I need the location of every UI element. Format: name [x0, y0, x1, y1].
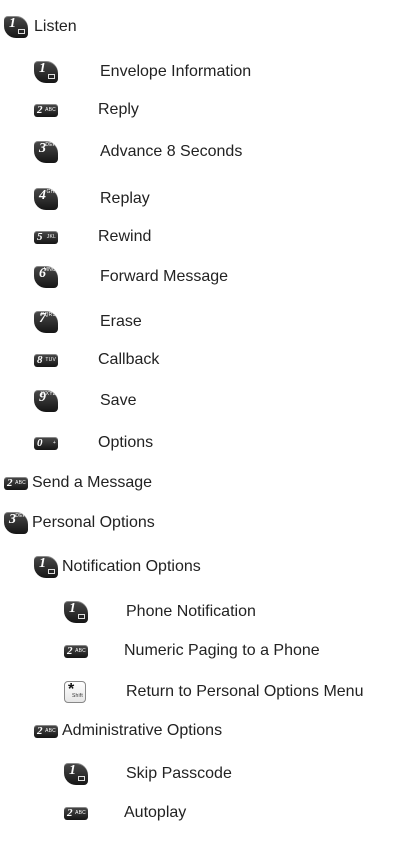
menu-label-administrative-options: Administrative Options [62, 722, 223, 739]
menu-item-return-personal-options[interactable]: * Shift Return to Personal Options Menu [64, 677, 363, 707]
menu-label: Replay [100, 190, 150, 207]
menu-item-forward-message[interactable]: 6 MNO Forward Message [34, 262, 228, 292]
key-5-icon: 5 JKL [34, 230, 58, 244]
menu-label: Numeric Paging to a Phone [124, 642, 320, 659]
menu-item-callback[interactable]: 8 TUV Callback [34, 345, 159, 375]
menu-item-save[interactable]: 9 WXYZ Save [34, 386, 136, 416]
menu-item-send-message[interactable]: 2 ABC Send a Message [4, 468, 152, 498]
key-7-icon: 7 PQRS [34, 311, 58, 333]
key-0-icon: 0 + [34, 436, 58, 450]
key-2-icon: 2 ABC [34, 724, 58, 738]
menu-label: Rewind [98, 228, 152, 245]
key-2-icon: 2 ABC [64, 644, 88, 658]
menu-item-rewind[interactable]: 5 JKL Rewind [34, 222, 151, 252]
key-2-icon: 2 ABC [4, 476, 28, 490]
menu-item-numeric-paging[interactable]: 2 ABC Numeric Paging to a Phone [64, 636, 320, 666]
key-9-icon: 9 WXYZ [34, 390, 58, 412]
key-1-icon: 1 [64, 601, 88, 623]
menu-item-erase[interactable]: 7 PQRS Erase [34, 307, 142, 337]
key-1-icon: 1 [34, 61, 58, 83]
menu-label: Autoplay [124, 804, 187, 821]
key-1-icon: 1 [4, 16, 28, 38]
key-3-icon: 3 DEF [4, 512, 28, 534]
key-6-icon: 6 MNO [34, 266, 58, 288]
menu-label: Skip Passcode [126, 765, 232, 782]
menu-label: Advance 8 Seconds [100, 143, 243, 160]
key-1-icon: 1 [64, 763, 88, 785]
menu-item-notification-options[interactable]: 1 Notification Options [34, 552, 201, 582]
menu-label: Reply [98, 101, 139, 118]
key-2-icon: 2 ABC [34, 103, 58, 117]
menu-label: Return to Personal Options Menu [126, 683, 364, 700]
key-4-icon: 4 GHI [34, 188, 58, 210]
menu-item-autoplay[interactable]: 2 ABC Autoplay [64, 798, 186, 828]
menu-item-skip-passcode[interactable]: 1 Skip Passcode [64, 759, 232, 789]
menu-item-envelope-information[interactable]: 1 Envelope Information [34, 57, 251, 87]
menu-label-notification-options: Notification Options [62, 558, 201, 575]
menu-item-advance-8-seconds[interactable]: 3 DEF Advance 8 Seconds [34, 137, 242, 167]
menu-item-phone-notification[interactable]: 1 Phone Notification [64, 597, 256, 627]
menu-label: Forward Message [100, 268, 229, 285]
menu-label: Erase [100, 313, 142, 330]
menu-label: Phone Notification [126, 603, 256, 620]
key-8-icon: 8 TUV [34, 353, 58, 367]
menu-label: Options [98, 434, 154, 451]
menu-label: Save [100, 392, 137, 409]
menu-item-replay[interactable]: 4 GHI Replay [34, 184, 150, 214]
menu-item-administrative-options[interactable]: 2 ABC Administrative Options [34, 716, 222, 746]
menu-item-personal-options[interactable]: 3 DEF Personal Options [4, 508, 155, 538]
key-3-icon: 3 DEF [34, 141, 58, 163]
menu-label-send-message: Send a Message [32, 474, 153, 491]
menu-label: Envelope Information [100, 63, 252, 80]
menu-label-listen: Listen [34, 18, 77, 35]
key-2-icon: 2 ABC [64, 806, 88, 820]
menu-item-options[interactable]: 0 + Options [34, 428, 153, 458]
key-1-icon: 1 [34, 556, 58, 578]
key-star-icon: * Shift [64, 681, 86, 703]
menu-label: Callback [98, 351, 160, 368]
menu-label-personal-options: Personal Options [32, 514, 155, 531]
menu-item-reply[interactable]: 2 ABC Reply [34, 95, 139, 125]
menu-item-listen[interactable]: 1 Listen [4, 12, 77, 42]
